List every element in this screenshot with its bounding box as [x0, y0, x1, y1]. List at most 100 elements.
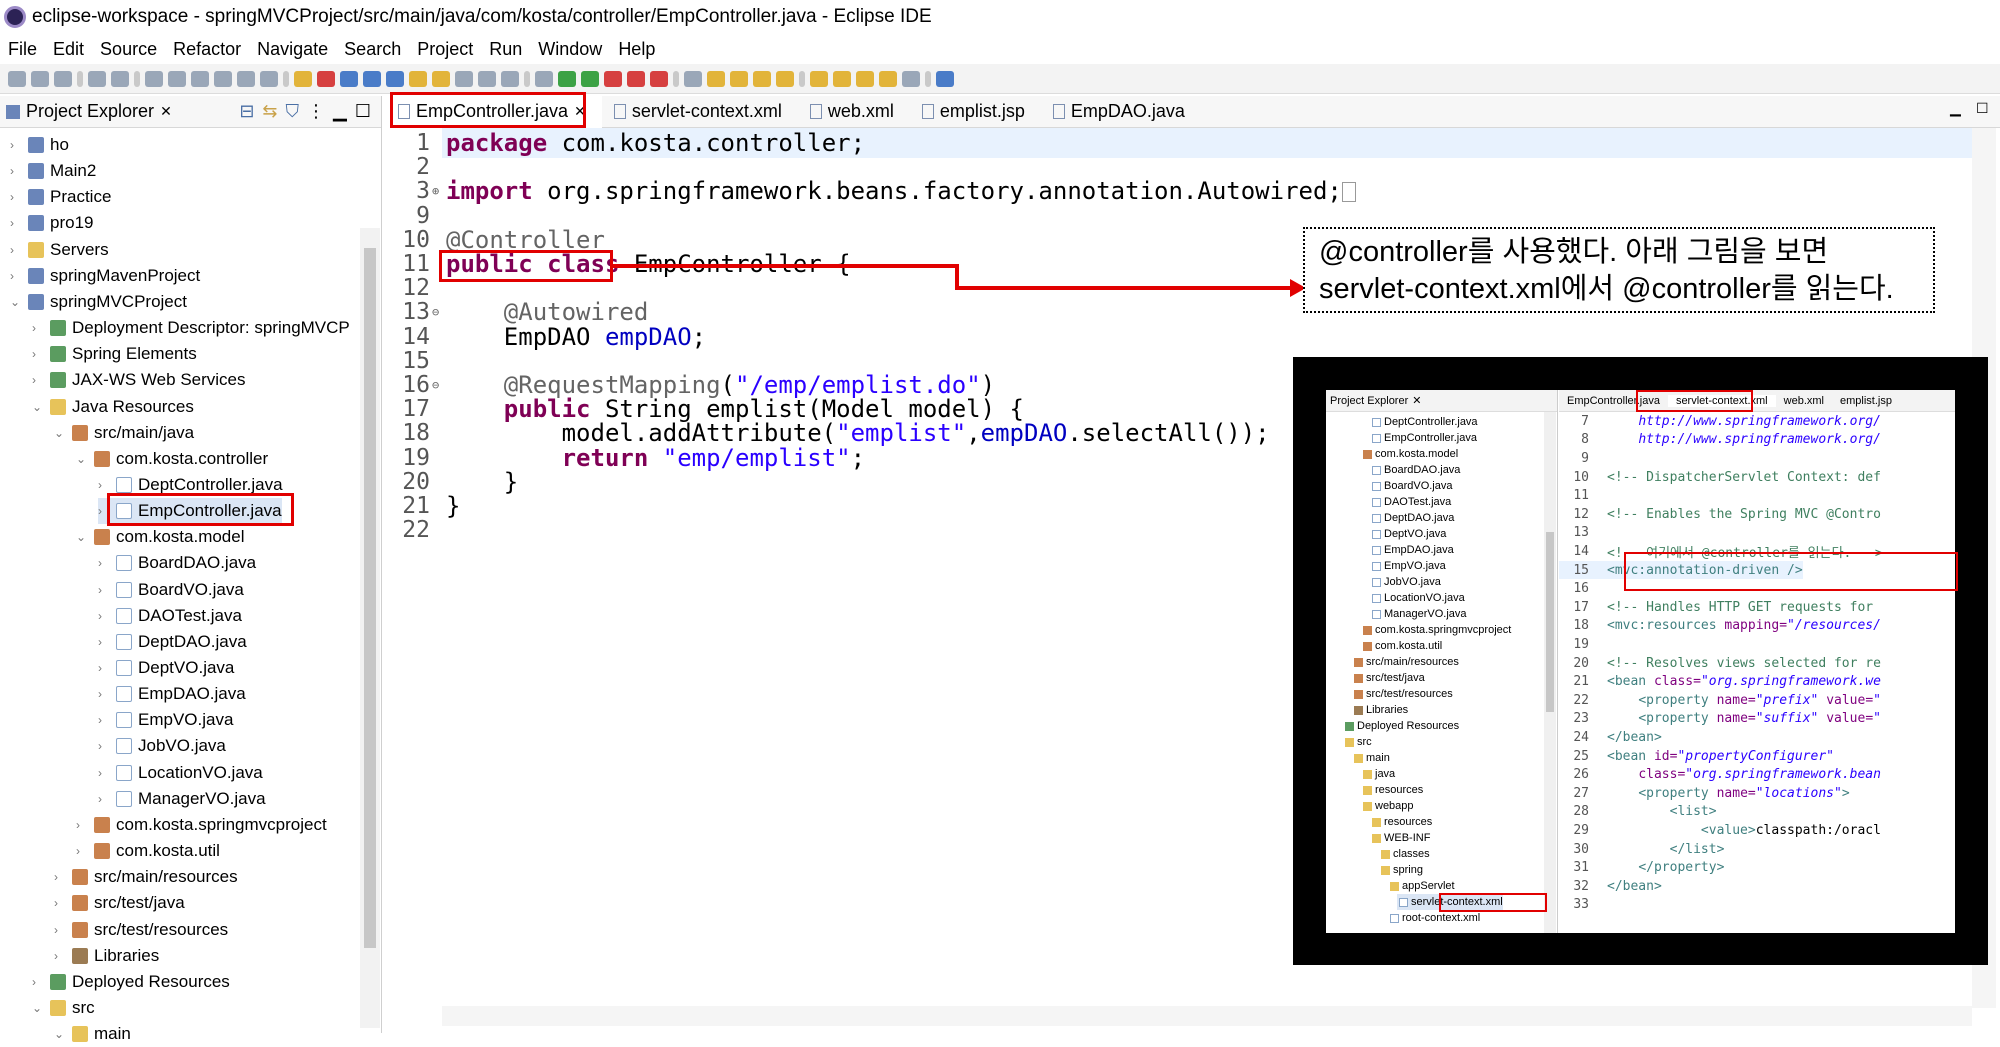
- chevron-right-icon[interactable]: ›: [98, 766, 112, 780]
- save-all-icon[interactable]: [54, 70, 72, 87]
- editor-tab[interactable]: servlet-context.xml: [602, 96, 798, 128]
- chevron-right-icon[interactable]: ›: [54, 923, 68, 937]
- chevron-right-icon[interactable]: ›: [10, 243, 24, 257]
- block-selection-icon[interactable]: [455, 70, 473, 87]
- tree-item[interactable]: › Libraries: [54, 943, 159, 969]
- server-publish-icon[interactable]: [650, 70, 668, 87]
- chevron-down-icon[interactable]: ⌄: [54, 426, 68, 440]
- chevron-right-icon[interactable]: ›: [98, 583, 112, 597]
- chevron-right-icon[interactable]: ›: [32, 321, 46, 335]
- save-icon[interactable]: [31, 70, 49, 87]
- next-annotation-icon[interactable]: [810, 70, 828, 87]
- suspend-icon[interactable]: [168, 70, 186, 87]
- menu-window[interactable]: Window: [530, 39, 610, 60]
- tree-item[interactable]: ⌄ com.kosta.controller: [76, 446, 268, 472]
- menu-source[interactable]: Source: [92, 39, 165, 60]
- chevron-right-icon[interactable]: ›: [54, 870, 68, 884]
- fold-marker-icon[interactable]: ⊖: [432, 305, 442, 319]
- chevron-right-icon[interactable]: ›: [10, 216, 24, 230]
- menu-file[interactable]: File: [0, 39, 45, 60]
- fold-marker-icon[interactable]: ⊕: [432, 184, 442, 198]
- chevron-right-icon[interactable]: ›: [98, 739, 112, 753]
- tree-item[interactable]: › Deployed Resources: [32, 969, 230, 995]
- terminal-icon[interactable]: [88, 70, 106, 87]
- pin-icon[interactable]: [409, 70, 427, 87]
- new-package-icon[interactable]: [363, 70, 381, 87]
- tree-item[interactable]: ⌄ com.kosta.model: [76, 524, 245, 550]
- chevron-right-icon[interactable]: ›: [76, 818, 90, 832]
- tree-item[interactable]: › Servers: [10, 237, 109, 263]
- chevron-down-icon[interactable]: ⌄: [76, 530, 90, 544]
- chevron-right-icon[interactable]: ›: [54, 949, 68, 963]
- tree-item[interactable]: › JAX-WS Web Services: [32, 367, 246, 393]
- tree-item[interactable]: ⌄ springMVCProject: [10, 289, 187, 315]
- editor-tab[interactable]: web.xml: [798, 96, 910, 128]
- open-task-icon[interactable]: [730, 70, 748, 87]
- chevron-down-icon[interactable]: ⌄: [10, 295, 24, 309]
- chevron-down-icon[interactable]: ⌄: [32, 1001, 46, 1015]
- tree-item[interactable]: › springMavenProject: [10, 263, 200, 289]
- stop-server-icon[interactable]: [627, 70, 645, 87]
- chevron-right-icon[interactable]: ›: [98, 792, 112, 806]
- tree-item[interactable]: › Main2: [10, 158, 96, 184]
- chevron-right-icon[interactable]: ›: [10, 138, 24, 152]
- step-over-icon[interactable]: [260, 70, 278, 87]
- last-edit-location-icon[interactable]: [856, 70, 874, 87]
- show-whitespace-icon[interactable]: [478, 70, 496, 87]
- terminate-icon[interactable]: [191, 70, 209, 87]
- chevron-down-icon[interactable]: ⌄: [76, 452, 90, 466]
- link-with-editor-icon[interactable]: ⇆: [262, 101, 277, 122]
- explorer-scrollbar-thumb[interactable]: [364, 248, 376, 948]
- menu-edit[interactable]: Edit: [45, 39, 92, 60]
- chevron-right-icon[interactable]: ›: [10, 269, 24, 283]
- minimize-icon[interactable]: ▁: [333, 101, 347, 122]
- tree-item[interactable]: › com.kosta.util: [76, 838, 220, 864]
- tree-item[interactable]: › EmpVO.java: [98, 707, 233, 733]
- chevron-right-icon[interactable]: ›: [98, 609, 112, 623]
- tree-item[interactable]: › ho: [10, 132, 69, 158]
- previous-annotation-icon[interactable]: [833, 70, 851, 87]
- tree-item[interactable]: › src/test/resources: [54, 917, 228, 943]
- skip-breakpoints-icon[interactable]: [111, 70, 129, 87]
- menu-run[interactable]: Run: [481, 39, 530, 60]
- new-server-icon[interactable]: [294, 70, 312, 87]
- editor-maximize-icon[interactable]: ☐: [1976, 100, 1989, 117]
- resume-icon[interactable]: [145, 70, 163, 87]
- tree-item[interactable]: ⌄ Java Resources: [32, 394, 194, 420]
- tree-item[interactable]: ⌄ main: [54, 1021, 131, 1047]
- menu-refactor[interactable]: Refactor: [165, 39, 249, 60]
- tree-item[interactable]: › pro19: [10, 210, 93, 236]
- open-perspective-folder-icon[interactable]: [776, 70, 794, 87]
- refresh-icon[interactable]: [317, 70, 335, 87]
- open-type-icon[interactable]: [684, 70, 702, 87]
- tree-item[interactable]: › com.kosta.springmvcproject: [76, 812, 327, 838]
- tree-item[interactable]: › DeptVO.java: [98, 655, 234, 681]
- menu-navigate[interactable]: Navigate: [249, 39, 336, 60]
- chevron-right-icon[interactable]: ›: [54, 896, 68, 910]
- globe-icon[interactable]: [386, 70, 404, 87]
- chevron-right-icon[interactable]: ›: [98, 556, 112, 570]
- project-explorer-tab[interactable]: Project Explorer ✕ ⊟ ⇆ ⛉ ⋮ ▁ ☐: [0, 96, 381, 128]
- chevron-right-icon[interactable]: ›: [98, 635, 112, 649]
- paragraph-icon[interactable]: [501, 70, 519, 87]
- explorer-scrollbar[interactable]: [360, 228, 380, 1028]
- fold-marker-icon[interactable]: ⊖: [432, 378, 442, 392]
- editor-minimize-icon[interactable]: ▁: [1950, 100, 1961, 117]
- chevron-right-icon[interactable]: ›: [98, 713, 112, 727]
- chevron-right-icon[interactable]: ›: [98, 661, 112, 675]
- chevron-right-icon[interactable]: ›: [98, 687, 112, 701]
- editor-tab[interactable]: EmpDAO.java: [1041, 96, 1201, 128]
- open-folder-icon[interactable]: [707, 70, 725, 87]
- forward-icon[interactable]: [902, 70, 920, 87]
- external-tools-icon[interactable]: [604, 70, 622, 87]
- tree-item[interactable]: ⌄ src: [32, 995, 95, 1021]
- tree-item[interactable]: › LocationVO.java: [98, 760, 263, 786]
- chevron-right-icon[interactable]: ›: [98, 478, 112, 492]
- new-java-project-icon[interactable]: [340, 70, 358, 87]
- tree-item[interactable]: › src/main/resources: [54, 864, 238, 890]
- menu-search[interactable]: Search: [336, 39, 409, 60]
- chevron-right-icon[interactable]: ›: [10, 190, 24, 204]
- tree-item[interactable]: › Spring Elements: [32, 341, 197, 367]
- mark-occurrences-icon[interactable]: [432, 70, 450, 87]
- chevron-right-icon[interactable]: ›: [10, 164, 24, 178]
